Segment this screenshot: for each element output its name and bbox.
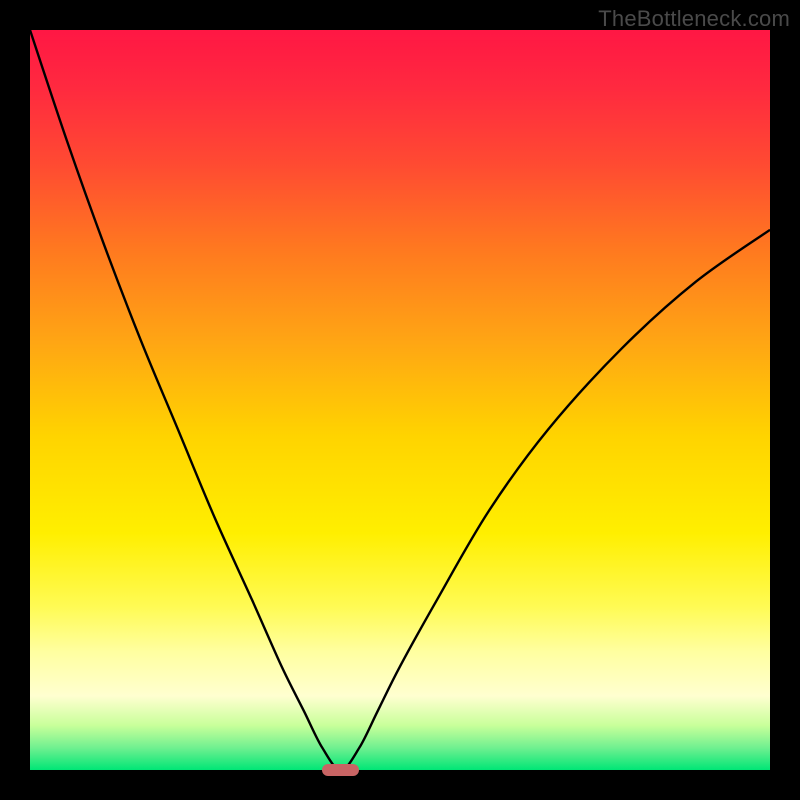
chart-canvas: TheBottleneck.com — [0, 0, 800, 800]
bottleneck-curve — [30, 30, 770, 770]
plot-area — [30, 30, 770, 770]
curve-layer — [30, 30, 770, 770]
optimal-marker — [322, 764, 359, 776]
watermark-text: TheBottleneck.com — [598, 6, 790, 32]
